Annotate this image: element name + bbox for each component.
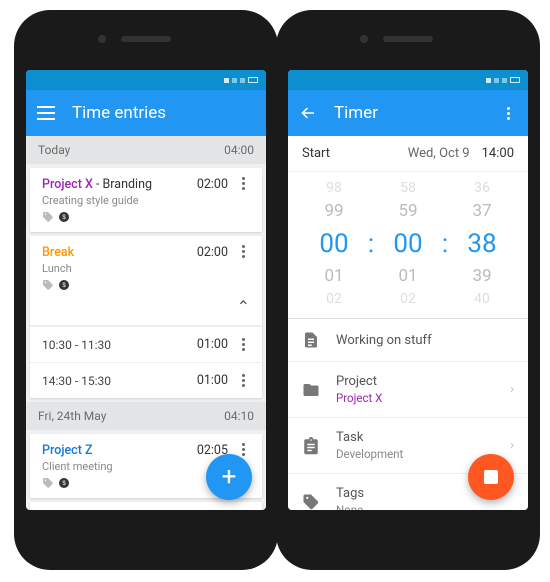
page-title: Time entries xyxy=(72,103,256,123)
app-bar: Time entries xyxy=(26,90,266,136)
task-value: Development xyxy=(336,447,496,461)
menu-icon[interactable] xyxy=(36,103,56,123)
tag-icon xyxy=(42,279,54,291)
entry-project: Break xyxy=(42,245,74,260)
screen-left: Time entries Today 04:00 Project X - Bra… xyxy=(26,70,266,510)
start-date: Wed, Oct 9 xyxy=(330,146,470,161)
entries-list: Today 04:00 Project X - Branding Creatin… xyxy=(26,136,266,510)
device-camera xyxy=(360,35,368,43)
tag-icon xyxy=(42,477,54,489)
tag-icon xyxy=(302,493,322,511)
picker-seconds[interactable]: 38 xyxy=(459,225,505,264)
device-camera xyxy=(98,35,106,43)
section-header: Today 04:00 xyxy=(26,136,266,164)
entry-card[interactable]: Project X - Branding Creating style guid… xyxy=(30,168,262,232)
billable-icon: $ xyxy=(58,279,70,291)
device-frame-right: Timer Start Wed, Oct 9 14:00 985836 9959… xyxy=(276,10,540,570)
sub-entry-dur: 01:00 xyxy=(197,337,228,352)
app-bar: Timer xyxy=(288,90,528,136)
start-label: Start xyxy=(302,146,330,161)
project-label: Project xyxy=(336,374,496,389)
timer-content: Start Wed, Oct 9 14:00 985836 995937 00:… xyxy=(288,136,528,510)
sub-entry-range: 10:30 - 11:30 xyxy=(42,338,197,352)
start-row[interactable]: Start Wed, Oct 9 14:00 xyxy=(288,136,528,172)
section-label: Today xyxy=(38,143,70,157)
picker-minutes[interactable]: 00 xyxy=(385,225,431,264)
entry-sub: Lunch xyxy=(42,262,197,275)
description-row[interactable]: Working on stuff xyxy=(288,319,528,362)
project-value: Project X xyxy=(336,391,496,405)
entry-desc: Branding xyxy=(103,177,153,192)
entry-duration: 02:00 xyxy=(197,245,228,260)
entry-card[interactable]: Super app Fixing bug #2321 01:05 xyxy=(30,502,262,510)
picker-hours[interactable]: 00 xyxy=(311,225,357,264)
entry-duration: 02:00 xyxy=(197,177,228,192)
more-icon[interactable] xyxy=(236,177,250,190)
entry-sub: Client meeting xyxy=(42,460,197,473)
chevron-up-icon[interactable]: ⌃ xyxy=(237,297,250,316)
entry-project: Project X xyxy=(42,177,93,192)
status-bar xyxy=(288,70,528,90)
folder-icon xyxy=(302,381,322,399)
description-icon xyxy=(302,331,322,349)
overflow-icon[interactable] xyxy=(498,103,518,123)
sub-entry[interactable]: 10:30 - 11:30 01:00 xyxy=(30,326,262,362)
description-value: Working on stuff xyxy=(336,333,514,348)
stop-icon xyxy=(484,470,498,484)
entry-card[interactable]: Break Lunch $ 02:00 ⌃ xyxy=(30,236,262,398)
section-header: Fri, 24th May 04:10 xyxy=(26,402,266,430)
time-picker[interactable]: 985836 995937 00:00:38 010139 020240 xyxy=(288,172,528,319)
billable-icon: $ xyxy=(58,477,70,489)
entry-sub: Creating style guide xyxy=(42,194,197,207)
sub-entry-dur: 01:00 xyxy=(197,373,228,388)
device-speaker xyxy=(121,36,171,42)
section-total: 04:10 xyxy=(224,409,254,423)
project-row[interactable]: Project Project X › xyxy=(288,362,528,418)
more-icon[interactable] xyxy=(236,338,250,351)
more-icon[interactable] xyxy=(236,245,250,258)
tag-icon xyxy=(42,211,54,223)
fab-add-button[interactable]: + xyxy=(206,454,252,500)
chevron-right-icon: › xyxy=(510,382,514,397)
section-label: Fri, 24th May xyxy=(38,409,106,423)
billable-icon: $ xyxy=(58,211,70,223)
status-bar xyxy=(26,70,266,90)
chevron-right-icon: › xyxy=(510,438,514,453)
more-icon[interactable] xyxy=(236,443,250,456)
screen-right: Timer Start Wed, Oct 9 14:00 985836 9959… xyxy=(288,70,528,510)
tags-value: None xyxy=(336,503,514,510)
sub-entry[interactable]: 14:30 - 15:30 01:00 xyxy=(30,362,262,398)
device-speaker xyxy=(383,36,433,42)
plus-icon: + xyxy=(222,462,237,492)
device-frame-left: Time entries Today 04:00 Project X - Bra… xyxy=(14,10,278,570)
sub-entry-range: 14:30 - 15:30 xyxy=(42,374,197,388)
back-icon[interactable] xyxy=(298,103,318,123)
task-label: Task xyxy=(336,430,496,445)
entry-project: Project Z xyxy=(42,443,93,458)
task-icon xyxy=(302,437,322,455)
more-icon[interactable] xyxy=(236,374,250,387)
start-time: 14:00 xyxy=(482,146,514,161)
page-title: Timer xyxy=(334,103,482,123)
section-total: 04:00 xyxy=(224,143,254,157)
fab-stop-button[interactable] xyxy=(468,454,514,500)
